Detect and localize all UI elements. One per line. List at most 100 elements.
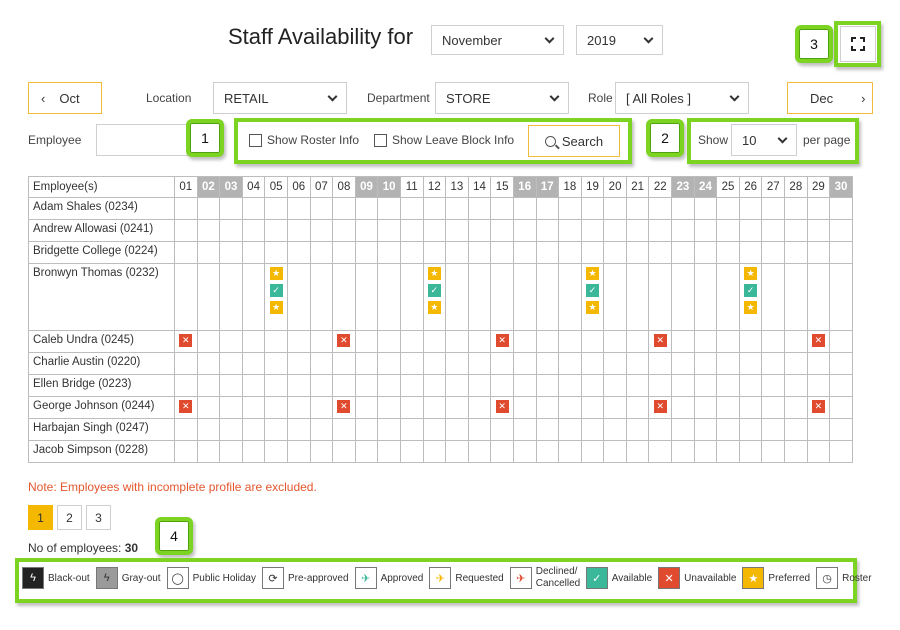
day-cell[interactable] (535, 418, 560, 441)
day-cell[interactable] (558, 352, 582, 375)
day-cell[interactable] (264, 440, 288, 463)
day-cell[interactable] (535, 374, 560, 397)
day-cell[interactable] (354, 352, 379, 375)
day-cell[interactable] (829, 418, 853, 441)
day-cell[interactable] (490, 440, 514, 463)
day-cell[interactable] (806, 197, 831, 220)
day-cell[interactable] (580, 219, 605, 242)
day-cell[interactable] (671, 330, 695, 353)
day-cell[interactable] (377, 352, 401, 375)
day-cell[interactable] (377, 418, 401, 441)
day-cell[interactable] (490, 197, 514, 220)
day-cell[interactable] (625, 440, 650, 463)
day-cell[interactable] (354, 197, 379, 220)
day-cell[interactable] (241, 352, 266, 375)
day-cell[interactable] (671, 418, 695, 441)
day-cell[interactable] (648, 352, 673, 375)
employee-name[interactable]: Jacob Simpson (0228) (28, 440, 175, 463)
day-cell[interactable] (671, 241, 695, 264)
day-cell[interactable] (512, 374, 537, 397)
day-cell[interactable] (580, 241, 605, 264)
day-cell[interactable] (829, 263, 853, 331)
day-cell[interactable] (264, 374, 288, 397)
day-cell[interactable]: ✕ (332, 396, 356, 419)
day-cell[interactable] (603, 219, 627, 242)
day-cell[interactable] (399, 197, 424, 220)
day-cell[interactable] (761, 219, 786, 242)
day-cell[interactable] (422, 374, 447, 397)
day-cell[interactable] (241, 418, 266, 441)
day-cell[interactable] (196, 440, 221, 463)
day-cell[interactable] (738, 241, 763, 264)
day-cell[interactable] (806, 374, 831, 397)
day-cell[interactable] (693, 396, 718, 419)
day-cell[interactable] (399, 374, 424, 397)
day-cell[interactable] (286, 241, 311, 264)
day-cell[interactable] (445, 241, 469, 264)
day-cell[interactable] (693, 241, 718, 264)
day-cell[interactable] (399, 352, 424, 375)
month-select[interactable]: November (431, 25, 564, 55)
day-cell[interactable] (671, 374, 695, 397)
day-cell[interactable] (241, 263, 266, 331)
day-cell[interactable] (219, 219, 243, 242)
day-cell[interactable] (399, 263, 424, 331)
day-cell[interactable] (174, 352, 198, 375)
day-cell[interactable] (467, 352, 492, 375)
day-cell[interactable] (603, 241, 627, 264)
day-cell[interactable] (377, 197, 401, 220)
day-cell[interactable] (332, 263, 356, 331)
day-cell[interactable] (535, 219, 560, 242)
day-cell[interactable] (784, 440, 808, 463)
day-cell[interactable] (377, 241, 401, 264)
day-cell[interactable] (535, 352, 560, 375)
day-cell[interactable] (490, 418, 514, 441)
day-cell[interactable] (603, 396, 627, 419)
day-cell[interactable] (286, 263, 311, 331)
next-month-button[interactable]: Dec › (787, 82, 873, 114)
day-cell[interactable] (558, 418, 582, 441)
role-select[interactable]: [ All Roles ] (615, 82, 749, 114)
day-cell[interactable] (286, 219, 311, 242)
day-cell[interactable] (354, 241, 379, 264)
day-cell[interactable] (693, 352, 718, 375)
day-cell[interactable] (490, 241, 514, 264)
page-button-1[interactable]: 1 (28, 505, 53, 530)
day-cell[interactable] (354, 374, 379, 397)
day-cell[interactable] (648, 219, 673, 242)
day-cell[interactable] (354, 330, 379, 353)
day-cell[interactable] (399, 440, 424, 463)
day-cell[interactable] (671, 440, 695, 463)
day-cell[interactable] (399, 219, 424, 242)
show-roster-checkbox[interactable]: Show Roster Info (249, 133, 359, 148)
day-cell[interactable] (558, 440, 582, 463)
page-button-3[interactable]: 3 (86, 505, 111, 530)
day-cell[interactable] (196, 352, 221, 375)
day-cell[interactable] (784, 241, 808, 264)
day-cell[interactable] (784, 219, 808, 242)
day-cell[interactable] (445, 374, 469, 397)
show-leave-checkbox[interactable]: Show Leave Block Info (374, 133, 514, 148)
day-cell[interactable] (603, 352, 627, 375)
employee-name[interactable]: Bronwyn Thomas (0232) (28, 263, 175, 331)
day-cell[interactable] (558, 241, 582, 264)
day-cell[interactable] (716, 219, 740, 242)
search-button[interactable]: Search (528, 125, 620, 157)
day-cell[interactable] (806, 263, 831, 331)
page-size-select[interactable]: 10 (731, 124, 797, 156)
day-cell[interactable] (241, 219, 266, 242)
day-cell[interactable] (512, 197, 537, 220)
day-cell[interactable] (580, 330, 605, 353)
day-cell[interactable] (558, 396, 582, 419)
day-cell[interactable] (535, 396, 560, 419)
day-cell[interactable] (377, 330, 401, 353)
day-cell[interactable] (716, 197, 740, 220)
day-cell[interactable] (467, 263, 492, 331)
day-cell[interactable] (174, 418, 198, 441)
day-cell[interactable] (309, 197, 334, 220)
day-cell[interactable] (693, 418, 718, 441)
page-button-2[interactable]: 2 (57, 505, 82, 530)
day-cell[interactable] (784, 352, 808, 375)
day-cell[interactable]: ★ ✓ ★ (738, 263, 763, 331)
day-cell[interactable] (625, 352, 650, 375)
